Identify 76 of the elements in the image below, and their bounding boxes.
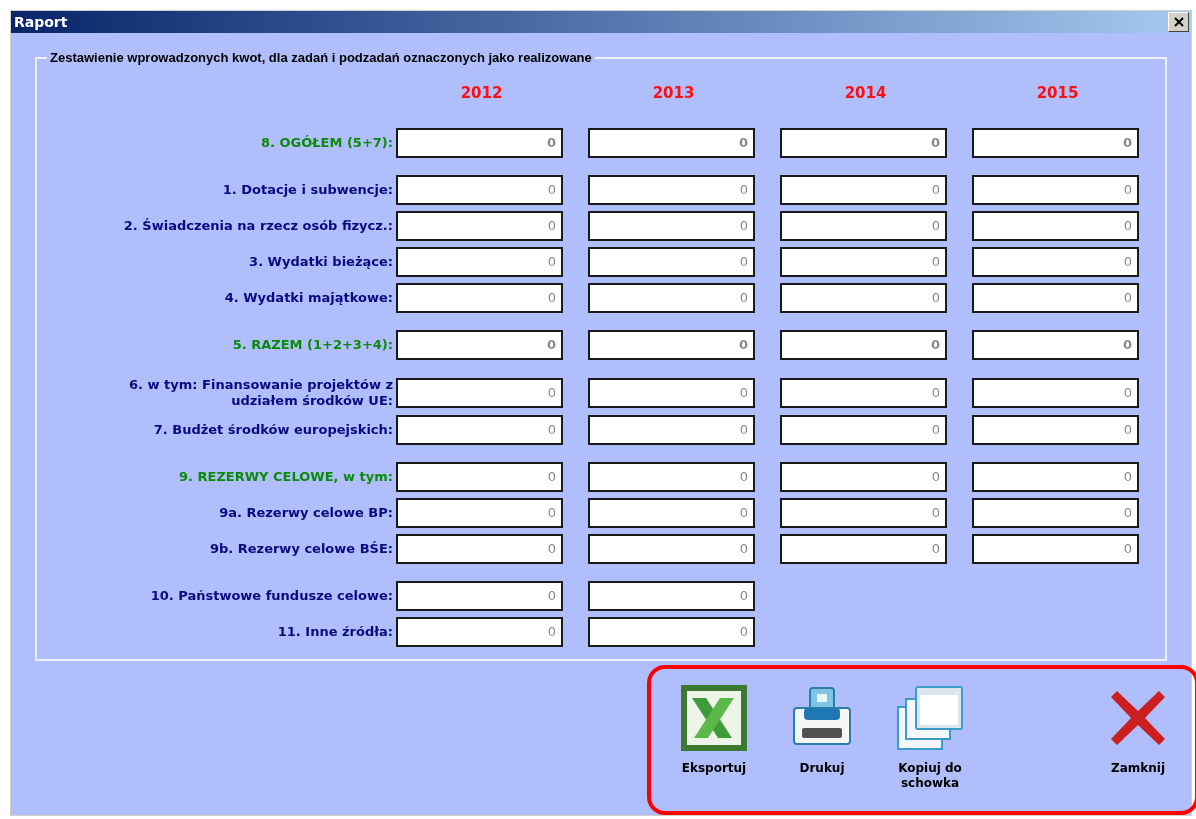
amount-field[interactable]: 0 [588, 247, 755, 277]
year-header: 2012 [460, 82, 503, 104]
amount-field[interactable]: 0 [588, 462, 755, 492]
amount-field[interactable]: 0 [396, 415, 563, 445]
amount-field[interactable]: 0 [588, 175, 755, 205]
row-label: 3. Wydatki bieżące: [249, 254, 393, 270]
toolbar-button[interactable]: Kopiuj do schowka [883, 683, 977, 791]
amount-field[interactable]: 0 [588, 581, 755, 611]
amount-field[interactable]: 0 [588, 283, 755, 313]
amount-field[interactable]: 0 [780, 498, 947, 528]
row-label: 5. RAZEM (1+2+3+4): [232, 337, 393, 353]
amount-field[interactable]: 0 [780, 462, 947, 492]
amount-field[interactable]: 0 [588, 378, 755, 408]
row-label: 11. Inne źródła: [277, 624, 393, 640]
amount-field[interactable]: 0 [396, 330, 563, 360]
toolbar-button[interactable]: Drukuj [775, 683, 869, 776]
amount-field[interactable]: 0 [780, 415, 947, 445]
row-label: 7. Budżet środków europejskich: [153, 422, 393, 438]
row-label: 9. REZERWY CELOWE, w tym: [179, 469, 393, 485]
amount-field[interactable]: 0 [396, 211, 563, 241]
close-button[interactable] [1168, 12, 1189, 32]
toolbar-button[interactable]: Eksportuj [667, 683, 761, 776]
amount-field[interactable]: 0 [588, 415, 755, 445]
amount-field[interactable]: 0 [972, 378, 1139, 408]
amount-field[interactable]: 0 [780, 283, 947, 313]
amount-field[interactable]: 0 [588, 534, 755, 564]
amount-field[interactable]: 0 [396, 617, 563, 647]
amount-field[interactable]: 0 [972, 175, 1139, 205]
amount-field[interactable]: 0 [396, 283, 563, 313]
row-label: 9b. Rezerwy celowe BŚE: [209, 541, 393, 557]
year-header: 2015 [1036, 82, 1079, 104]
row-label: 6. w tym: Finansowanie projektów z udziałem środków UE: [129, 377, 393, 409]
amount-field[interactable]: 0 [588, 498, 755, 528]
amount-field[interactable]: 0 [588, 330, 755, 360]
amount-field[interactable]: 0 [780, 534, 947, 564]
amount-field[interactable]: 0 [588, 211, 755, 241]
amount-field[interactable]: 0 [396, 498, 563, 528]
window-title: Raport [13, 12, 68, 32]
close-icon [1173, 17, 1184, 27]
year-header: 2014 [844, 82, 887, 104]
amount-field[interactable]: 0 [588, 617, 755, 647]
amount-field[interactable]: 0 [972, 534, 1139, 564]
amount-field[interactable]: 0 [972, 247, 1139, 277]
amount-field[interactable]: 0 [972, 283, 1139, 313]
toolbar-button[interactable]: Zamknij [1091, 683, 1185, 776]
row-label: 1. Dotacje i subwencje: [222, 182, 393, 198]
pages-icon [896, 685, 964, 751]
amount-field[interactable]: 0 [396, 128, 563, 158]
spreadsheet-icon [680, 684, 748, 752]
row-label: 8. OGÓŁEM (5+7): [260, 135, 393, 151]
amount-field[interactable]: 0 [972, 128, 1139, 158]
amount-field[interactable]: 0 [972, 211, 1139, 241]
group-title: Zestawienie wprowadzonych kwot, dla zadań i podzadań oznaczonych jako realizowane [49, 49, 593, 67]
amount-field[interactable]: 0 [780, 211, 947, 241]
amount-field[interactable]: 0 [396, 175, 563, 205]
amount-field[interactable]: 0 [780, 128, 947, 158]
amount-field[interactable]: 0 [396, 581, 563, 611]
amount-field[interactable]: 0 [972, 415, 1139, 445]
amount-field[interactable]: 0 [780, 175, 947, 205]
amount-field[interactable]: 0 [972, 498, 1139, 528]
row-label: 9a. Rezerwy celowe BP: [219, 505, 393, 521]
amount-field[interactable]: 0 [588, 128, 755, 158]
amount-field[interactable]: 0 [396, 247, 563, 277]
amount-field[interactable]: 0 [396, 534, 563, 564]
year-header: 2013 [652, 82, 695, 104]
amount-field[interactable]: 0 [780, 378, 947, 408]
row-label: 4. Wydatki majątkowe: [224, 290, 393, 306]
amount-field[interactable]: 0 [972, 462, 1139, 492]
amount-field[interactable]: 0 [780, 247, 947, 277]
amount-field[interactable]: 0 [396, 378, 563, 408]
row-label: 2. Świadczenia na rzecz osób fizycz.: [123, 218, 393, 234]
amount-field[interactable]: 0 [396, 462, 563, 492]
close-icon [1109, 689, 1167, 747]
row-label: 10. Państwowe fundusze celowe: [150, 588, 393, 604]
amount-field[interactable]: 0 [780, 330, 947, 360]
amount-field[interactable]: 0 [972, 330, 1139, 360]
